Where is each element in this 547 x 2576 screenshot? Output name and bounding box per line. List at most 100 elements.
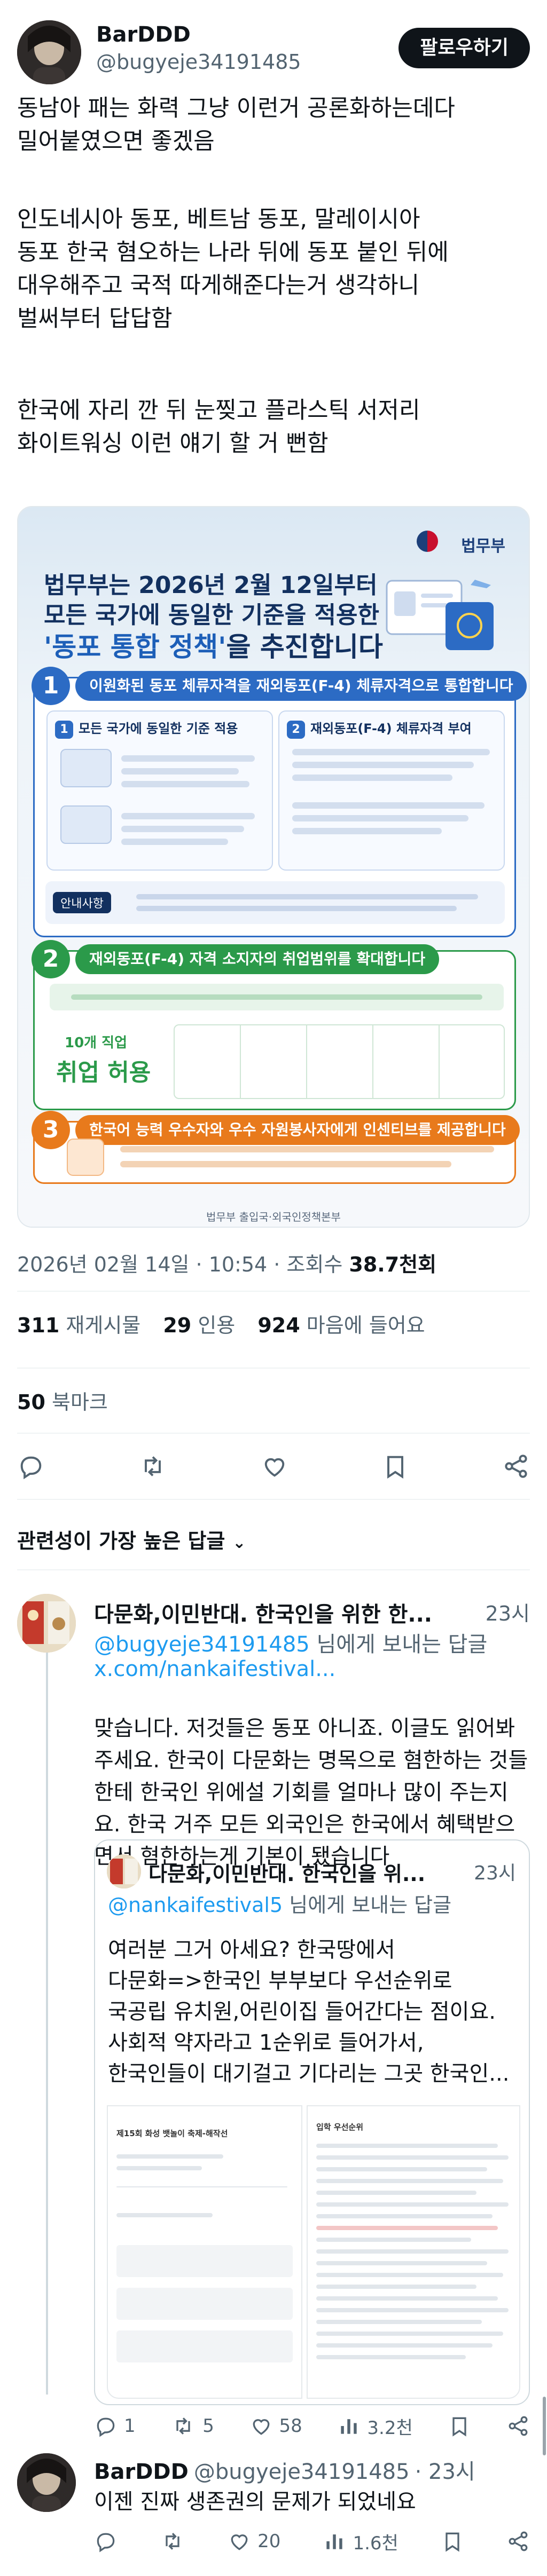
text-placeholder: [121, 826, 244, 832]
tweet-stats: 311 재게시물 29 인용 924 마음에 들어요: [17, 1309, 425, 1338]
poster-notice-bar: 안내사항: [45, 881, 505, 924]
bookmark-icon: [387, 1456, 403, 1479]
text-placeholder: [292, 762, 474, 768]
follow-button[interactable]: 팔로우하기: [398, 28, 530, 68]
text-placeholder: [316, 2261, 487, 2265]
reply-time[interactable]: 23시: [486, 1597, 530, 1626]
text-placeholder: [316, 2226, 498, 2230]
quote-author-name: 다문화,이민반대. 한국인을 위...: [149, 1862, 426, 1886]
like-button[interactable]: 58: [249, 2407, 302, 2445]
text-placeholder: [316, 2214, 493, 2218]
share-icon: [509, 2531, 528, 2551]
author-handle[interactable]: @bugyeje34191485: [96, 50, 301, 74]
quote-image-left[interactable]: 제15회 화성 뱃놀이 축제-해작선: [107, 2105, 302, 2399]
retweet-icon: [176, 2417, 190, 2435]
bookmark-label: 북마크: [51, 1390, 108, 1414]
notice-tag: 안내사항: [53, 892, 111, 913]
section-number: 2: [32, 940, 70, 978]
quote-count[interactable]: 29: [163, 1314, 191, 1337]
views-icon: [326, 2534, 343, 2549]
section-number: 3: [32, 1111, 70, 1149]
poster-headline-3a: '동포 통합 정책': [44, 631, 226, 662]
reply2-action-bar: 20 1.6천: [94, 2523, 530, 2560]
reply-to-handle[interactable]: @bugyeje34191485: [94, 1632, 310, 1657]
poster-headline-3b: 을 추진합니다: [226, 631, 383, 662]
like-icon: [264, 1458, 285, 1477]
quote-label[interactable]: 인용: [198, 1314, 235, 1337]
quoted-tweet[interactable]: 다문화,이민반대. 한국인을 위... 23시 @nankaifestival5…: [94, 1839, 530, 2405]
divider: [17, 1368, 530, 1369]
bookmark-button[interactable]: [441, 2523, 464, 2560]
poster-headline-3: '동포 통합 정책'을 추진합니다: [44, 626, 383, 664]
reply-author-name[interactable]: 다문화,이민반대. 한국인을 위한 한...: [94, 1597, 432, 1628]
author-avatar[interactable]: [17, 20, 81, 84]
quote-reply-to-line: @nankaifestival5 님에게 보내는 답글: [108, 1888, 451, 1918]
retweet-button[interactable]: [138, 1448, 168, 1485]
divider: [116, 2186, 287, 2187]
reply-button[interactable]: [94, 2523, 118, 2560]
quote-image-right[interactable]: 입학 우선순위: [307, 2105, 520, 2399]
tweet-action-bar: [17, 1448, 530, 1485]
text-placeholder: [316, 2238, 471, 2242]
reply-sort-selector[interactable]: 관련성이 가장 높은 답글 ⌄: [17, 1524, 246, 1554]
passport-visa-illustration: [386, 580, 494, 650]
share-button[interactable]: [502, 1448, 530, 1485]
reply-count: 1: [124, 2415, 136, 2437]
tweet-timestamp[interactable]: 2026년 02월 14일 · 10:54 · 조회수: [17, 1253, 349, 1276]
retweet-icon: [145, 1456, 161, 1476]
job-count: 10개 직업: [65, 1035, 127, 1051]
reply-button[interactable]: [17, 1448, 45, 1485]
like-button[interactable]: 20: [228, 2523, 280, 2560]
poster-subcard-2: 2 재외동포(F-4) 체류자격 부여: [278, 710, 505, 871]
like-label[interactable]: 마음에 들어요: [307, 1314, 425, 1337]
retweet-icon: [166, 2533, 179, 2550]
tweet-header: BarDDD @bugyeje34191485 팔로우하기: [17, 20, 530, 84]
text-placeholder: [120, 1146, 494, 1152]
share-button[interactable]: [506, 2523, 530, 2560]
bookmark-button[interactable]: [381, 1448, 409, 1485]
reply2-avatar[interactable]: [17, 2453, 76, 2512]
bookmark-icon: [452, 2417, 466, 2437]
views-button[interactable]: 3.2천: [337, 2407, 413, 2445]
section-banner: [50, 984, 504, 1010]
table-placeholder: [116, 2288, 293, 2320]
retweet-button[interactable]: [160, 2523, 185, 2560]
subcard-heading: 1 모든 국가에 동일한 기준 적용: [55, 718, 238, 739]
bookmark-button[interactable]: [448, 2407, 471, 2445]
text-placeholder: [71, 994, 482, 1000]
quote-image-right-title: 입학 우선순위: [316, 2122, 364, 2132]
table-placeholder: [116, 2245, 293, 2277]
text-placeholder: [292, 828, 442, 834]
poster-headline-1: 법무부는 2026년 2월 12일부터: [44, 572, 378, 599]
retweet-button[interactable]: 5: [170, 2407, 214, 2445]
reply-avatar[interactable]: [17, 1594, 76, 1653]
quote-reply-to-handle: @nankaifestival5: [108, 1893, 283, 1917]
author-name[interactable]: BarDDD: [96, 22, 191, 47]
reply2-text: 이젠 진짜 생존권의 문제가 되었네요: [94, 2490, 416, 2514]
retweet-label[interactable]: 재게시물: [66, 1314, 140, 1337]
divider: [17, 1291, 530, 1292]
views-button[interactable]: 1.6천: [323, 2523, 398, 2560]
text-placeholder: [292, 775, 452, 781]
like-button[interactable]: [261, 1448, 288, 1485]
divider: [17, 1569, 530, 1570]
reply-button[interactable]: 1: [94, 2407, 136, 2445]
reply2-author-name[interactable]: BarDDD: [94, 2460, 189, 2484]
tweet-paragraph-3: 한국에 자리 깐 뒤 눈찢고 플라스틱 서저리 화이트워싱 이런 얘기 할 거 …: [17, 397, 420, 457]
text-placeholder: [136, 894, 478, 899]
reply-to-suffix: 님에게 보내는 답글: [309, 1632, 488, 1657]
reply2-author-line: BarDDD @bugyeje34191485 · 23시: [94, 2454, 475, 2485]
reply2-time[interactable]: · 23시: [415, 2460, 475, 2484]
poster-headline-2: 모든 국가에 동일한 기준을 적용한: [44, 602, 379, 629]
subcard-title: 재외동포(F-4) 체류자격 부여: [310, 721, 472, 736]
like-icon: [231, 2534, 248, 2550]
retweet-count[interactable]: 311: [17, 1314, 59, 1337]
sort-label: 관련성이 가장 높은 답글: [17, 1529, 225, 1553]
share-button[interactable]: [506, 2407, 530, 2445]
reply-link[interactable]: x.com/nankaifestival...: [94, 1657, 335, 1681]
like-icon: [253, 2419, 269, 2435]
reply2-author-handle[interactable]: @bugyeje34191485: [194, 2460, 410, 2484]
scrollbar-thumb[interactable]: [543, 2397, 546, 2455]
attached-poster-image[interactable]: 법무부 법무부는 2026년 2월 12일부터 모든 국가에 동일한 기준을 적…: [17, 506, 530, 1228]
like-count[interactable]: 924: [257, 1314, 300, 1337]
